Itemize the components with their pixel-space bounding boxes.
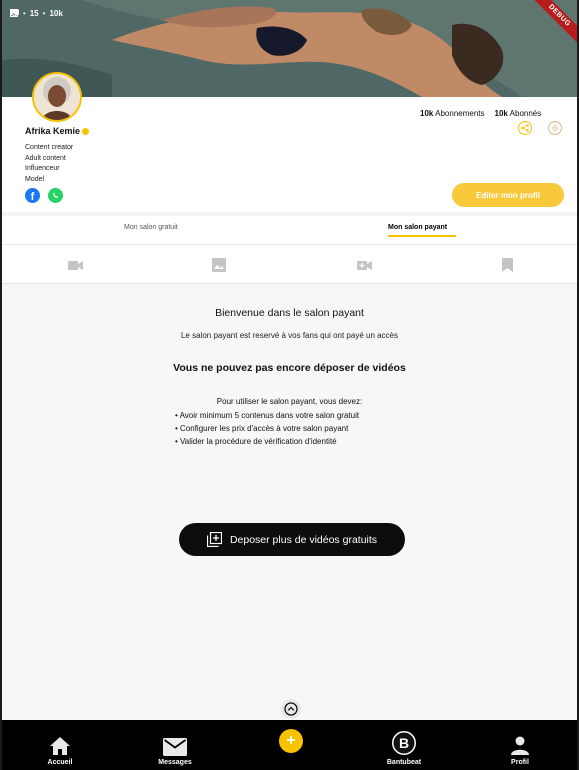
nav-label: Messages	[158, 759, 192, 766]
subscriptions-stat[interactable]: 10k Abonnements	[420, 109, 485, 118]
subscriptions-label: Abonnements	[435, 109, 485, 118]
likes-count: 10k	[49, 9, 63, 18]
tab-videos[interactable]	[67, 257, 83, 273]
tabs-divider	[2, 244, 577, 245]
social-links: f	[25, 188, 63, 203]
share-button[interactable]	[518, 121, 532, 135]
nav-messages[interactable]: Messages	[135, 720, 215, 770]
avatar-portrait	[34, 74, 80, 120]
subscriptions-count: 10k	[420, 109, 434, 118]
requirement-item: Configurer les prix d'accès à votre salo…	[175, 422, 359, 435]
tab-bookmarks[interactable]	[499, 257, 515, 273]
separator-dot: •	[22, 9, 26, 18]
nav-label: Profil	[511, 759, 529, 766]
bio-line: Influenceur	[25, 165, 60, 172]
bookmark-icon	[501, 258, 513, 272]
nav-profile[interactable]: Profil	[480, 720, 560, 770]
profile-bio: Content creator Adult content Influenceu…	[25, 143, 73, 185]
bio-line: Model	[25, 175, 45, 183]
share-icon	[521, 124, 529, 132]
coin-button[interactable]: ◎	[548, 121, 562, 135]
tab-video-add[interactable]	[356, 257, 372, 273]
requirement-item: Valider la procédure de vérification d'i…	[175, 435, 359, 448]
nav-label: Bantubeat	[386, 759, 422, 766]
separator-dot: •	[42, 9, 46, 18]
person-icon	[511, 736, 529, 755]
home-icon	[50, 737, 70, 755]
add-library-icon	[206, 532, 222, 547]
profile-avatar[interactable]	[32, 72, 82, 122]
section-divider	[2, 212, 577, 216]
image-icon	[212, 258, 226, 272]
subscribers-label: Abonnés	[509, 109, 542, 118]
edit-profile-button[interactable]: Editer mon profil	[452, 183, 564, 207]
create-content-button[interactable]: +	[279, 729, 303, 753]
facebook-icon[interactable]: f	[25, 188, 40, 203]
tab-paid-salon[interactable]: Mon salon payant	[388, 224, 447, 231]
cover-stats: 30 • 15 • 10k	[10, 9, 63, 18]
whatsapp-icon[interactable]	[48, 188, 63, 203]
heart-icon	[10, 9, 19, 17]
upload-button-label: Deposer plus de vidéos gratuits	[229, 533, 378, 546]
cannot-upload-heading: Vous ne pouvez pas encore déposer de vid…	[173, 362, 406, 374]
avatar-photo	[34, 74, 80, 120]
paid-salon-content	[2, 284, 577, 720]
requirements-list: Avoir minimum 5 contenus dans votre salo…	[175, 409, 360, 448]
profile-name-row: Afrika Kemie	[25, 126, 90, 136]
tab-free-salon[interactable]: Mon salon gratuit	[124, 224, 178, 231]
bantubeat-logo-icon: B	[392, 731, 416, 755]
nav-label: Accueil	[47, 759, 73, 766]
active-tab-indicator	[388, 235, 456, 237]
requirements-intro: Pour utiliser le salon payant, vous deve…	[216, 397, 363, 406]
chevron-up-circle-icon	[284, 702, 298, 716]
welcome-subtitle: Le salon payant est reservé à vos fans q…	[180, 331, 399, 340]
subscribers-stat[interactable]: 10k Abonnés	[495, 109, 542, 118]
app-frame: 30 • 15 • 10k DEBUG Afrika Kemie Content…	[2, 0, 577, 770]
video-add-icon	[356, 260, 372, 270]
subscribers-count: 10k	[494, 109, 508, 118]
requirement-item: Avoir minimum 5 contenus dans votre salo…	[175, 409, 360, 422]
cover-photo-illustration	[2, 0, 577, 97]
welcome-heading: Bienvenue dans le salon payant	[215, 307, 364, 319]
scroll-up-button[interactable]	[281, 699, 301, 719]
svg-text:B: B	[399, 735, 409, 751]
follow-counts: 10k Abonnements 10k Abonnés	[420, 109, 541, 118]
nav-home[interactable]: Accueil	[20, 720, 100, 770]
bio-line: Content creator	[25, 144, 74, 151]
mail-icon	[163, 738, 187, 756]
nav-bantubeat[interactable]: B Bantubeat	[364, 720, 444, 770]
video-icon	[67, 260, 83, 270]
upload-free-videos-button[interactable]: Deposer plus de vidéos gratuits	[179, 523, 405, 556]
images-count: 15	[29, 9, 39, 18]
verified-badge-icon	[82, 127, 90, 135]
profile-name: Afrika Kemie	[25, 126, 81, 136]
bio-line: Adult content	[25, 154, 66, 162]
coin-icon: ◎	[551, 125, 559, 132]
cover-image: 30 • 15 • 10k DEBUG	[2, 0, 577, 97]
tab-images[interactable]	[211, 257, 227, 273]
